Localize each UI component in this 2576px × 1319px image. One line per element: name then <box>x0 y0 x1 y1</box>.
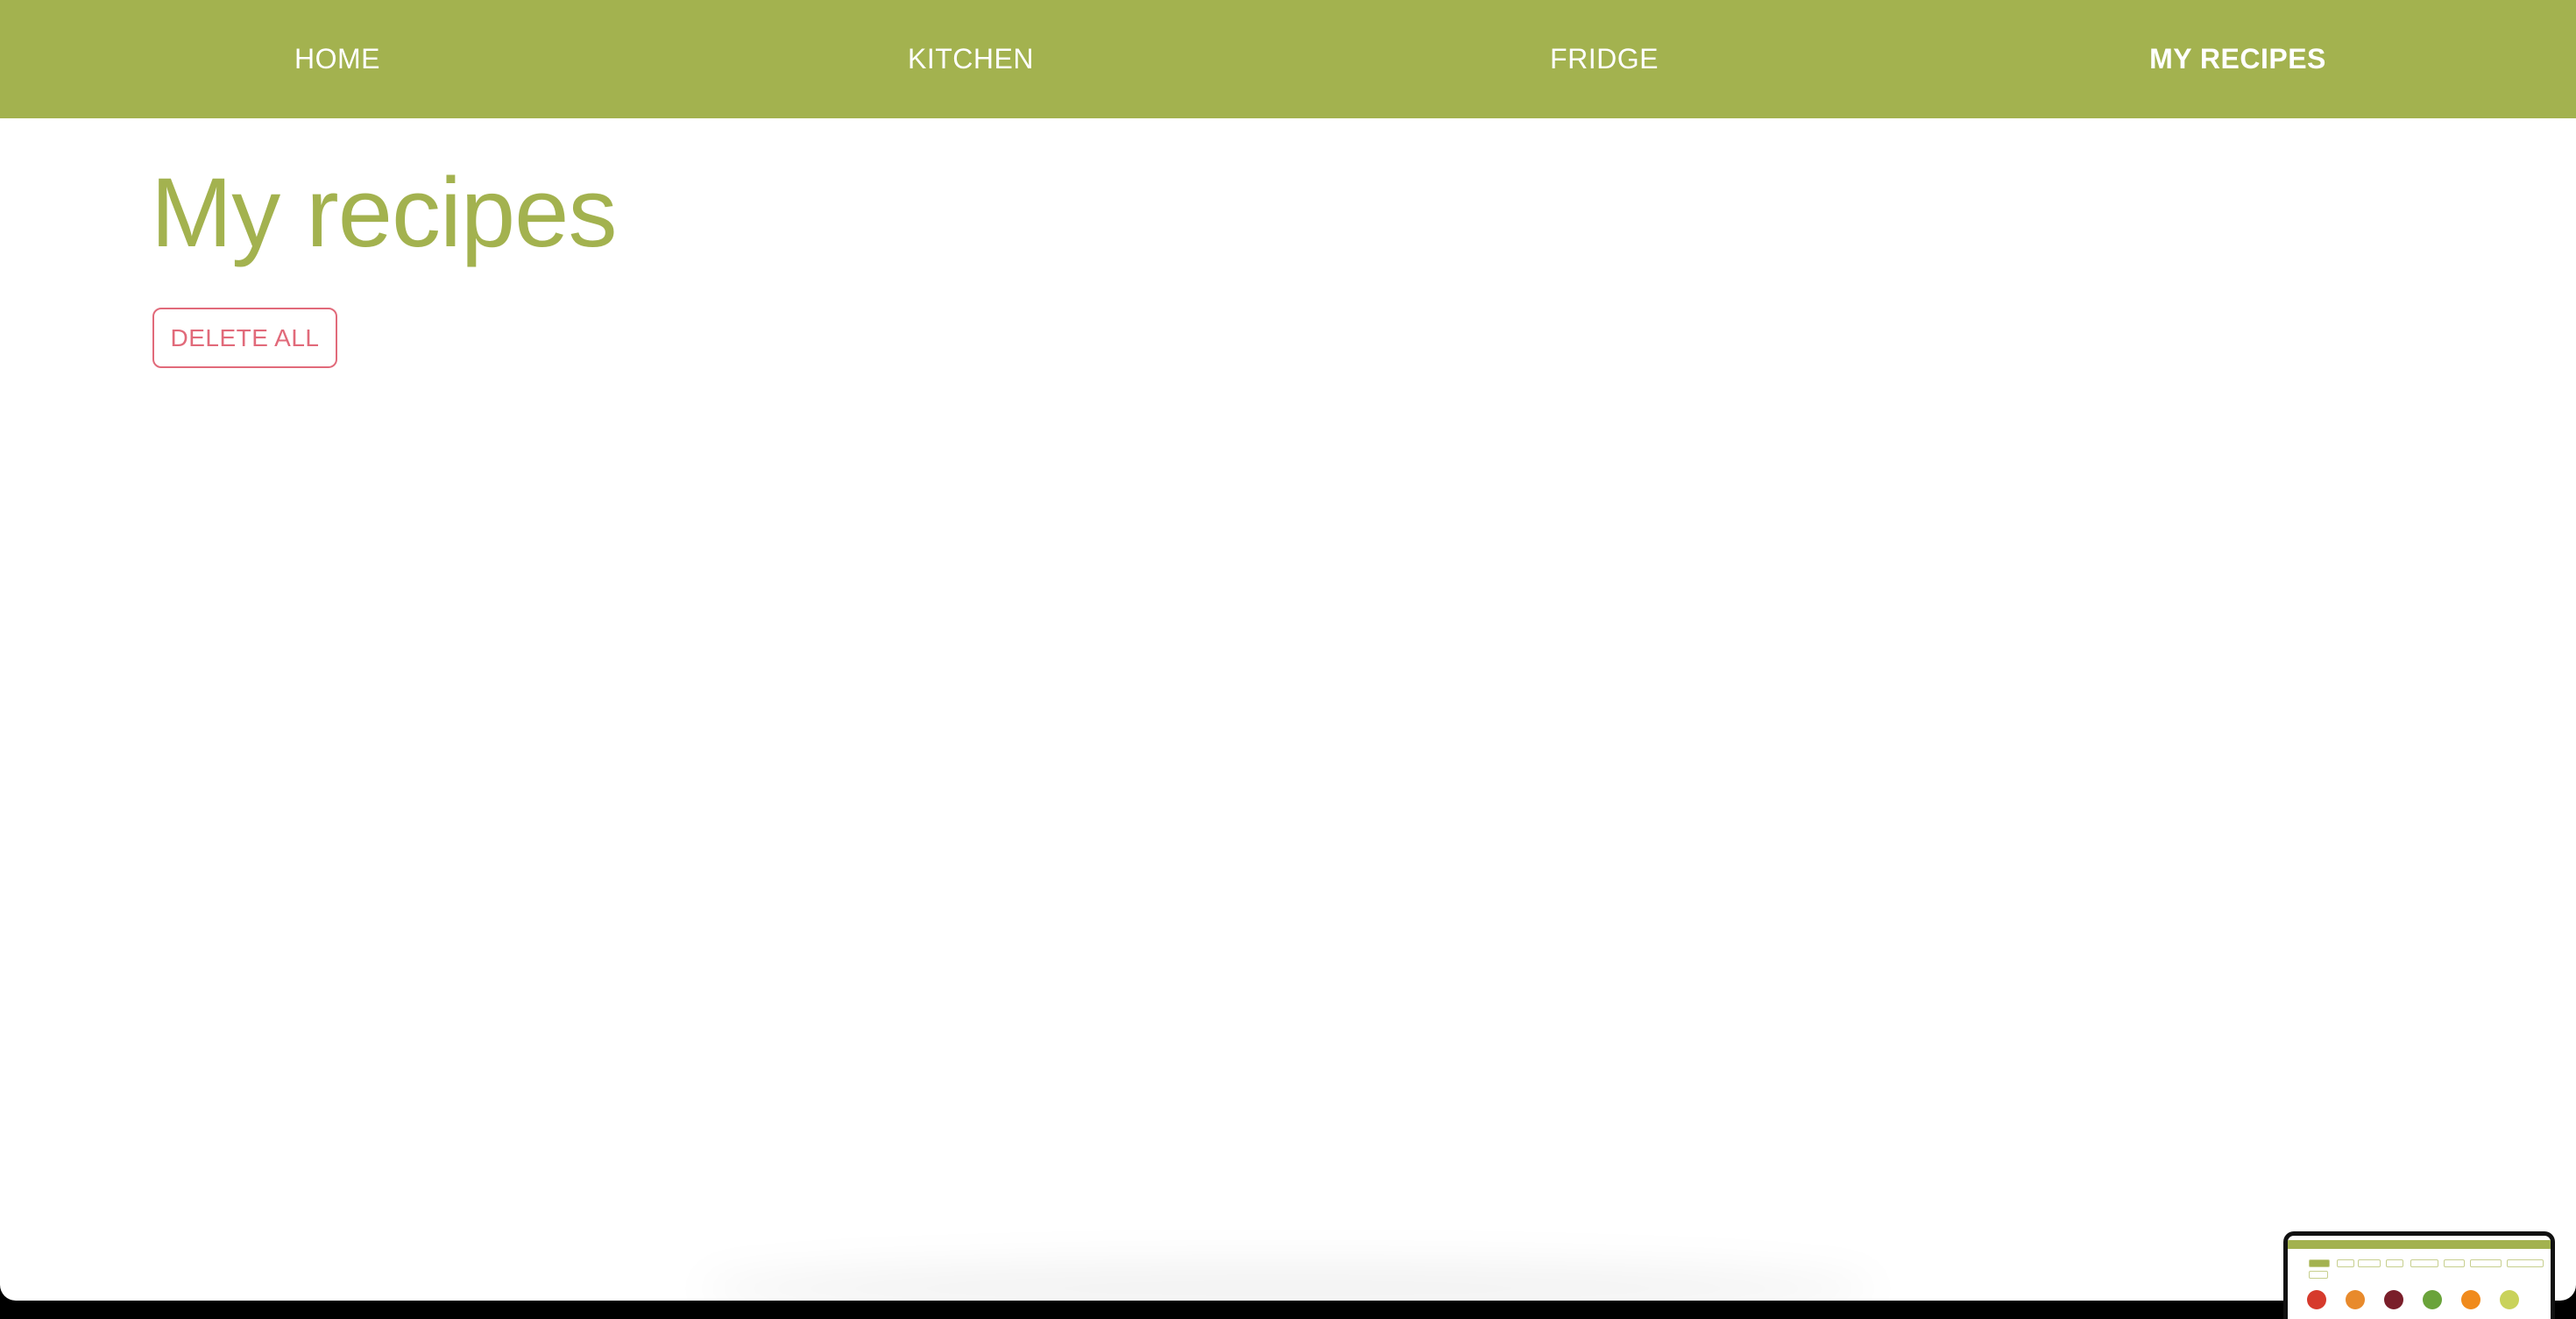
app-window: HOME KITCHEN FRIDGE MY RECIPES My recipe… <box>0 0 2576 1301</box>
bottom-shadow <box>701 1262 1875 1301</box>
top-navbar: HOME KITCHEN FRIDGE MY RECIPES <box>0 0 2576 118</box>
thumbnail-chip <box>2358 1259 2381 1267</box>
nav-fridge[interactable]: FRIDGE <box>1550 0 1659 118</box>
thumbnail-tomato-icon <box>2307 1290 2326 1309</box>
thumbnail-chip <box>2507 1259 2544 1267</box>
thumbnail-chip <box>2410 1259 2438 1267</box>
thumbnail-pear-icon <box>2500 1290 2519 1309</box>
nav-my-recipes[interactable]: MY RECIPES <box>2149 0 2326 118</box>
nav-kitchen[interactable]: KITCHEN <box>908 0 1034 118</box>
delete-all-button[interactable]: DELETE ALL <box>152 308 337 368</box>
thumbnail-carrot-icon <box>2461 1290 2480 1309</box>
thumbnail-orange-icon <box>2346 1290 2365 1309</box>
window-preview-thumbnail[interactable] <box>2283 1231 2555 1319</box>
thumbnail-chip <box>2309 1271 2328 1279</box>
thumbnail-cherry-icon <box>2384 1290 2403 1309</box>
thumbnail-chip <box>2470 1259 2502 1267</box>
thumbnail-chip <box>2386 1259 2403 1267</box>
thumbnail-chip <box>2444 1259 2465 1267</box>
thumbnail-chip <box>2309 1259 2330 1267</box>
thumbnail-lettuce-icon <box>2423 1290 2442 1309</box>
page-title: My recipes <box>151 158 617 267</box>
thumbnail-chip <box>2337 1259 2354 1267</box>
nav-home[interactable]: HOME <box>294 0 380 118</box>
thumbnail-navbar <box>2288 1240 2551 1249</box>
